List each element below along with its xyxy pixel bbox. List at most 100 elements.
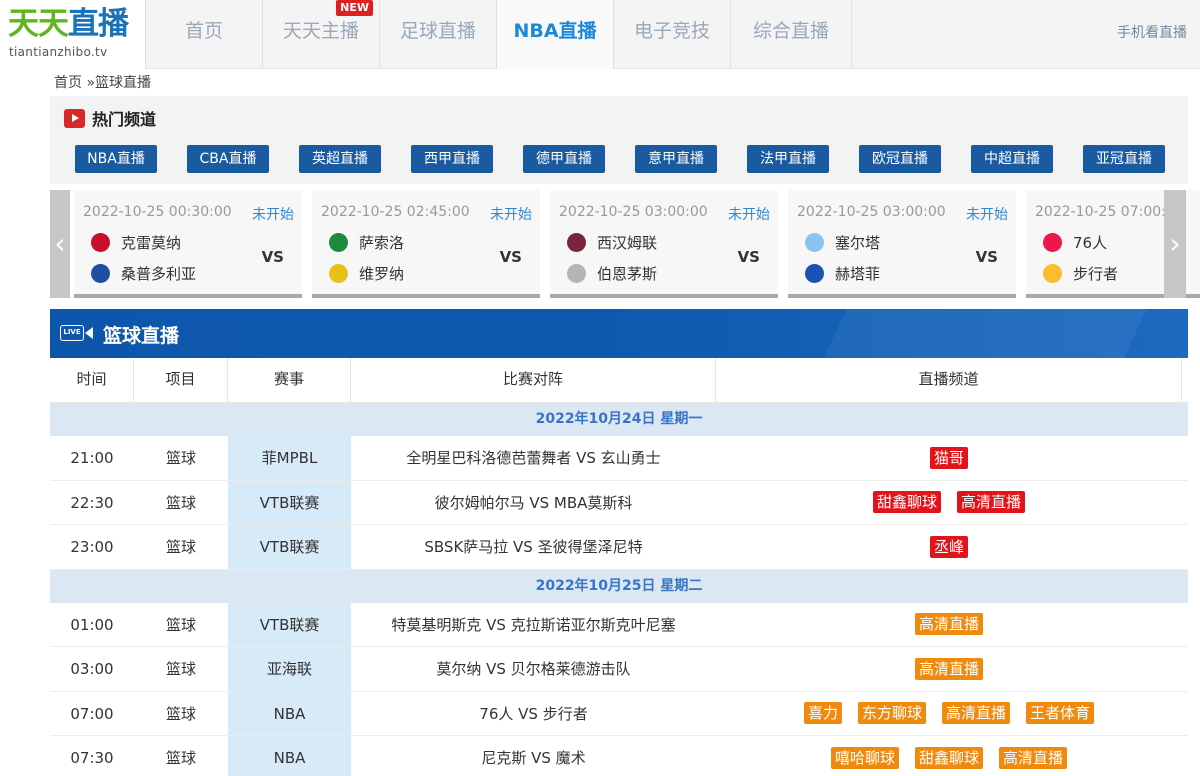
team-logo-icon bbox=[91, 264, 110, 283]
team-name: 76人 bbox=[1073, 234, 1108, 252]
hot-channels-title-text: 热门频道 bbox=[92, 110, 157, 129]
hot-channels-panel: 热门频道 NBA直播 CBA直播 英超直播 西甲直播 德甲直播 意甲直播 法甲直… bbox=[50, 96, 1188, 184]
channel-button-cba[interactable]: CBA直播 bbox=[187, 145, 269, 173]
channel-link[interactable]: 丞峰 bbox=[929, 535, 968, 558]
site-logo[interactable]: 天天直播 tiantianzhibo.tv bbox=[0, 0, 145, 69]
row-match[interactable]: SBSK萨马拉 VS 圣彼得堡泽尼特 bbox=[351, 525, 716, 569]
row-event[interactable]: VTB联赛 bbox=[228, 602, 351, 646]
channel-button-csl[interactable]: 中超直播 bbox=[971, 145, 1053, 173]
row-time: 01:00 bbox=[70, 615, 114, 634]
channel-link[interactable]: 嘻哈聊球 bbox=[830, 746, 899, 769]
table-header: 时间 项目 赛事 比赛对阵 直播频道 bbox=[50, 358, 1188, 403]
row-match[interactable]: 彼尔姆帕尔马 VS MBA莫斯科 bbox=[351, 481, 716, 525]
channel-link[interactable]: 东方聊球 bbox=[857, 702, 926, 725]
match-card[interactable]: 2022-10-25 03:00:00 未开始 西汉姆联 伯恩茅斯 VS bbox=[550, 190, 778, 298]
nav-item-home[interactable]: 首页 bbox=[145, 0, 262, 69]
row-event[interactable]: NBA bbox=[228, 691, 351, 735]
channel-button-afc-cl[interactable]: 亚冠直播 bbox=[1083, 145, 1165, 173]
channel-button-nba[interactable]: NBA直播 bbox=[75, 145, 157, 173]
row-event[interactable]: 亚海联 bbox=[228, 647, 351, 691]
nav-item-anchors[interactable]: 天天主播 NEW bbox=[262, 0, 379, 69]
mobile-link[interactable]: 手机看直播 bbox=[1117, 22, 1187, 42]
section-title: 篮球直播 bbox=[103, 325, 180, 347]
breadcrumb-separator: » bbox=[82, 75, 96, 91]
row-time: 07:30 bbox=[70, 749, 114, 767]
match-card[interactable]: 2022-10-25 00:30:00 未开始 克雷莫纳 桑普多利亚 VS bbox=[74, 190, 302, 298]
row-channels: 喜力 东方聊球 高清直播 王者体育 bbox=[716, 692, 1182, 736]
channel-button-serie-a[interactable]: 意甲直播 bbox=[635, 145, 717, 173]
channel-link[interactable]: 喜力 bbox=[803, 702, 842, 725]
team-home: 76人 bbox=[1043, 232, 1107, 253]
header-item: 项目 bbox=[134, 358, 228, 402]
match-card[interactable]: 2022-10-25 02:45:00 未开始 萨索洛 维罗纳 VS bbox=[312, 190, 540, 298]
schedule-table: 时间 项目 赛事 比赛对阵 直播频道 2022年10月24日 星期一 21:00 篮… bbox=[50, 358, 1188, 776]
row-time: 21:00 bbox=[70, 449, 114, 467]
team-name: 克雷莫纳 bbox=[121, 234, 182, 252]
channel-link[interactable]: 甜鑫聊球 bbox=[872, 491, 941, 514]
main-nav: 首页 天天主播 NEW 足球直播 NBA直播 电子竞技 综合直播 bbox=[145, 0, 852, 69]
team-logo-icon bbox=[805, 264, 824, 283]
row-event[interactable]: 菲MPBL bbox=[228, 436, 351, 480]
row-event[interactable]: VTB联赛 bbox=[228, 525, 351, 569]
team-logo-icon bbox=[567, 233, 586, 252]
team-away: 步行者 bbox=[1043, 263, 1118, 284]
table-row: 03:00 篮球 亚海联 莫尔纳 VS 贝尔格莱德游击队 高清直播 bbox=[50, 647, 1188, 692]
new-badge: NEW bbox=[336, 0, 373, 16]
channel-button-premier-league[interactable]: 英超直播 bbox=[299, 145, 381, 173]
carousel-next-button[interactable]: › bbox=[1164, 190, 1186, 298]
channel-link[interactable]: 高清直播 bbox=[942, 702, 1011, 725]
team-logo-icon bbox=[329, 264, 348, 283]
match-time: 2022-10-25 00:30:00 bbox=[83, 204, 232, 220]
vs-label: VS bbox=[499, 248, 522, 266]
channel-button-la-liga[interactable]: 西甲直播 bbox=[411, 145, 493, 173]
nav-item-general[interactable]: 综合直播 bbox=[730, 0, 852, 69]
team-name: 步行者 bbox=[1073, 265, 1119, 283]
channel-button-champions-league[interactable]: 欧冠直播 bbox=[859, 145, 941, 173]
team-home: 克雷莫纳 bbox=[91, 232, 181, 253]
row-channels: 高清直播 bbox=[716, 603, 1182, 647]
row-match[interactable]: 76人 VS 步行者 bbox=[351, 692, 716, 736]
row-match[interactable]: 尼克斯 VS 魔术 bbox=[351, 736, 716, 776]
table-row: 22:30 篮球 VTB联赛 彼尔姆帕尔马 VS MBA莫斯科 甜鑫聊球 高清直播 bbox=[50, 480, 1188, 525]
channel-link[interactable]: 甜鑫聊球 bbox=[914, 746, 983, 769]
channel-link[interactable]: 高清直播 bbox=[914, 613, 983, 636]
channel-link[interactable]: 高清直播 bbox=[957, 491, 1026, 514]
row-match[interactable]: 特莫基明斯克 VS 克拉斯诺亚尔斯克叶尼塞 bbox=[351, 603, 716, 647]
channel-link[interactable]: 高清直播 bbox=[914, 657, 983, 680]
team-logo-icon bbox=[805, 233, 824, 252]
team-home: 塞尔塔 bbox=[805, 232, 880, 253]
row-event[interactable]: VTB联赛 bbox=[228, 480, 351, 524]
channel-button-ligue-1[interactable]: 法甲直播 bbox=[747, 145, 829, 173]
match-status: 未开始 bbox=[966, 207, 1008, 223]
breadcrumb-home[interactable]: 首页 bbox=[54, 75, 82, 91]
breadcrumb-current: 篮球直播 bbox=[95, 75, 152, 91]
nav-item-football[interactable]: 足球直播 bbox=[379, 0, 496, 69]
channel-link[interactable]: 高清直播 bbox=[999, 746, 1068, 769]
header-match: 比赛对阵 bbox=[351, 358, 716, 402]
nav-item-esports[interactable]: 电子竞技 bbox=[613, 0, 730, 69]
row-item: 篮球 bbox=[165, 449, 196, 467]
match-time: 2022-10-25 03:00:00 bbox=[797, 204, 946, 220]
breadcrumb: 首页 »篮球直播 bbox=[54, 72, 151, 92]
team-away: 伯恩茅斯 bbox=[567, 263, 657, 284]
match-card[interactable]: 2022-10-25 03:00:00 未开始 塞尔塔 赫塔菲 VS bbox=[788, 190, 1016, 298]
site-header: 天天直播 tiantianzhibo.tv 首页 天天主播 NEW 足球直播 NB… bbox=[0, 0, 1200, 69]
carousel-cards: 2022-10-25 00:30:00 未开始 克雷莫纳 桑普多利亚 VS 2022-10… bbox=[74, 190, 1200, 298]
header-event: 赛事 bbox=[228, 358, 351, 402]
row-channels: 丞峰 bbox=[716, 525, 1182, 569]
team-home: 萨索洛 bbox=[329, 232, 404, 253]
section-header: LIVE 篮球直播 bbox=[50, 309, 1188, 358]
row-match[interactable]: 莫尔纳 VS 贝尔格莱德游击队 bbox=[351, 647, 716, 691]
channel-button-bundesliga[interactable]: 德甲直播 bbox=[523, 145, 605, 173]
row-event[interactable]: NBA bbox=[228, 736, 351, 776]
match-status: 未开始 bbox=[252, 207, 294, 223]
vs-label: VS bbox=[975, 248, 998, 266]
row-channels: 甜鑫聊球 高清直播 bbox=[716, 481, 1182, 525]
team-logo-icon bbox=[329, 233, 348, 252]
row-match[interactable]: 全明星巴科洛德芭蕾舞者 VS 玄山勇士 bbox=[351, 436, 716, 480]
channel-link[interactable]: 王者体育 bbox=[1026, 702, 1095, 725]
channel-link[interactable]: 猫哥 bbox=[929, 446, 968, 469]
carousel-prev-button[interactable]: ‹ bbox=[50, 190, 70, 298]
nav-item-nba[interactable]: NBA直播 bbox=[496, 0, 613, 69]
table-row: 21:00 篮球 菲MPBL 全明星巴科洛德芭蕾舞者 VS 玄山勇士 猫哥 bbox=[50, 436, 1188, 481]
